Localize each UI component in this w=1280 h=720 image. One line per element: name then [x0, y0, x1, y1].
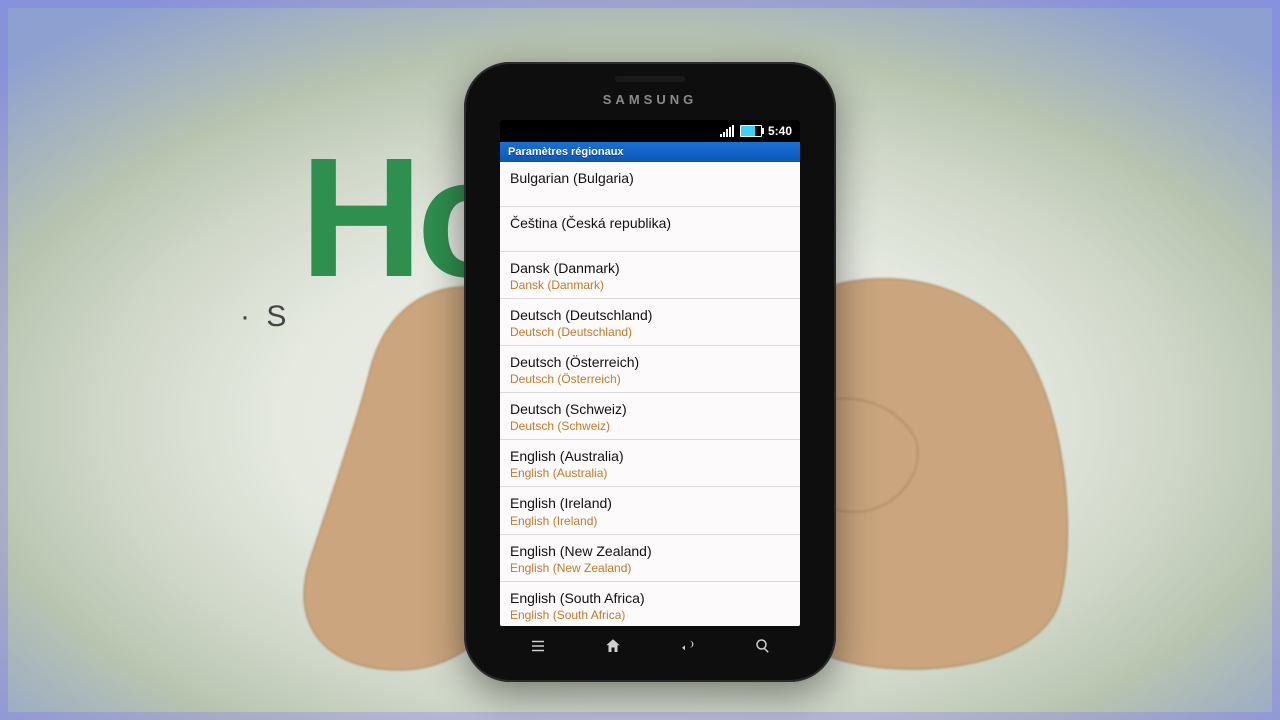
- device-screen: 5:40 Paramètres régionaux Bulgarian (Bul…: [500, 120, 800, 626]
- list-item[interactable]: Deutsch (Schweiz)Deutsch (Schweiz): [500, 393, 800, 440]
- list-item[interactable]: English (Australia)English (Australia): [500, 440, 800, 487]
- tablet-device: SAMSUNG 5:40 Paramètres régionaux Bulgar…: [464, 62, 836, 682]
- list-item[interactable]: English (New Zealand)English (New Zealan…: [500, 535, 800, 582]
- status-time: 5:40: [768, 124, 792, 138]
- home-icon[interactable]: [604, 637, 622, 660]
- menu-icon[interactable]: [529, 637, 547, 660]
- list-item[interactable]: Bulgarian (Bulgaria): [500, 162, 800, 207]
- list-item[interactable]: English (South Africa)English (South Afr…: [500, 582, 800, 626]
- search-icon[interactable]: [754, 637, 772, 660]
- locale-list[interactable]: Bulgarian (Bulgaria) Čeština (Česká repu…: [500, 162, 800, 626]
- battery-icon: [740, 125, 762, 137]
- page-title: Paramètres régionaux: [500, 142, 800, 162]
- photo-backdrop: Hochs · S rks · SAMSUNG 5:40 Paramètres …: [0, 0, 1280, 720]
- list-item[interactable]: Deutsch (Deutschland)Deutsch (Deutschlan…: [500, 299, 800, 346]
- earpiece: [615, 76, 685, 82]
- soft-key-bar: [500, 636, 800, 660]
- list-item[interactable]: English (Ireland)English (Ireland): [500, 487, 800, 534]
- list-item[interactable]: Dansk (Danmark)Dansk (Danmark): [500, 252, 800, 299]
- back-icon[interactable]: [679, 637, 697, 660]
- status-bar: 5:40: [500, 120, 800, 142]
- device-brand: SAMSUNG: [464, 92, 836, 107]
- signal-icon: [720, 125, 734, 137]
- list-item[interactable]: Čeština (Česká republika): [500, 207, 800, 252]
- list-item[interactable]: Deutsch (Österreich)Deutsch (Österreich): [500, 346, 800, 393]
